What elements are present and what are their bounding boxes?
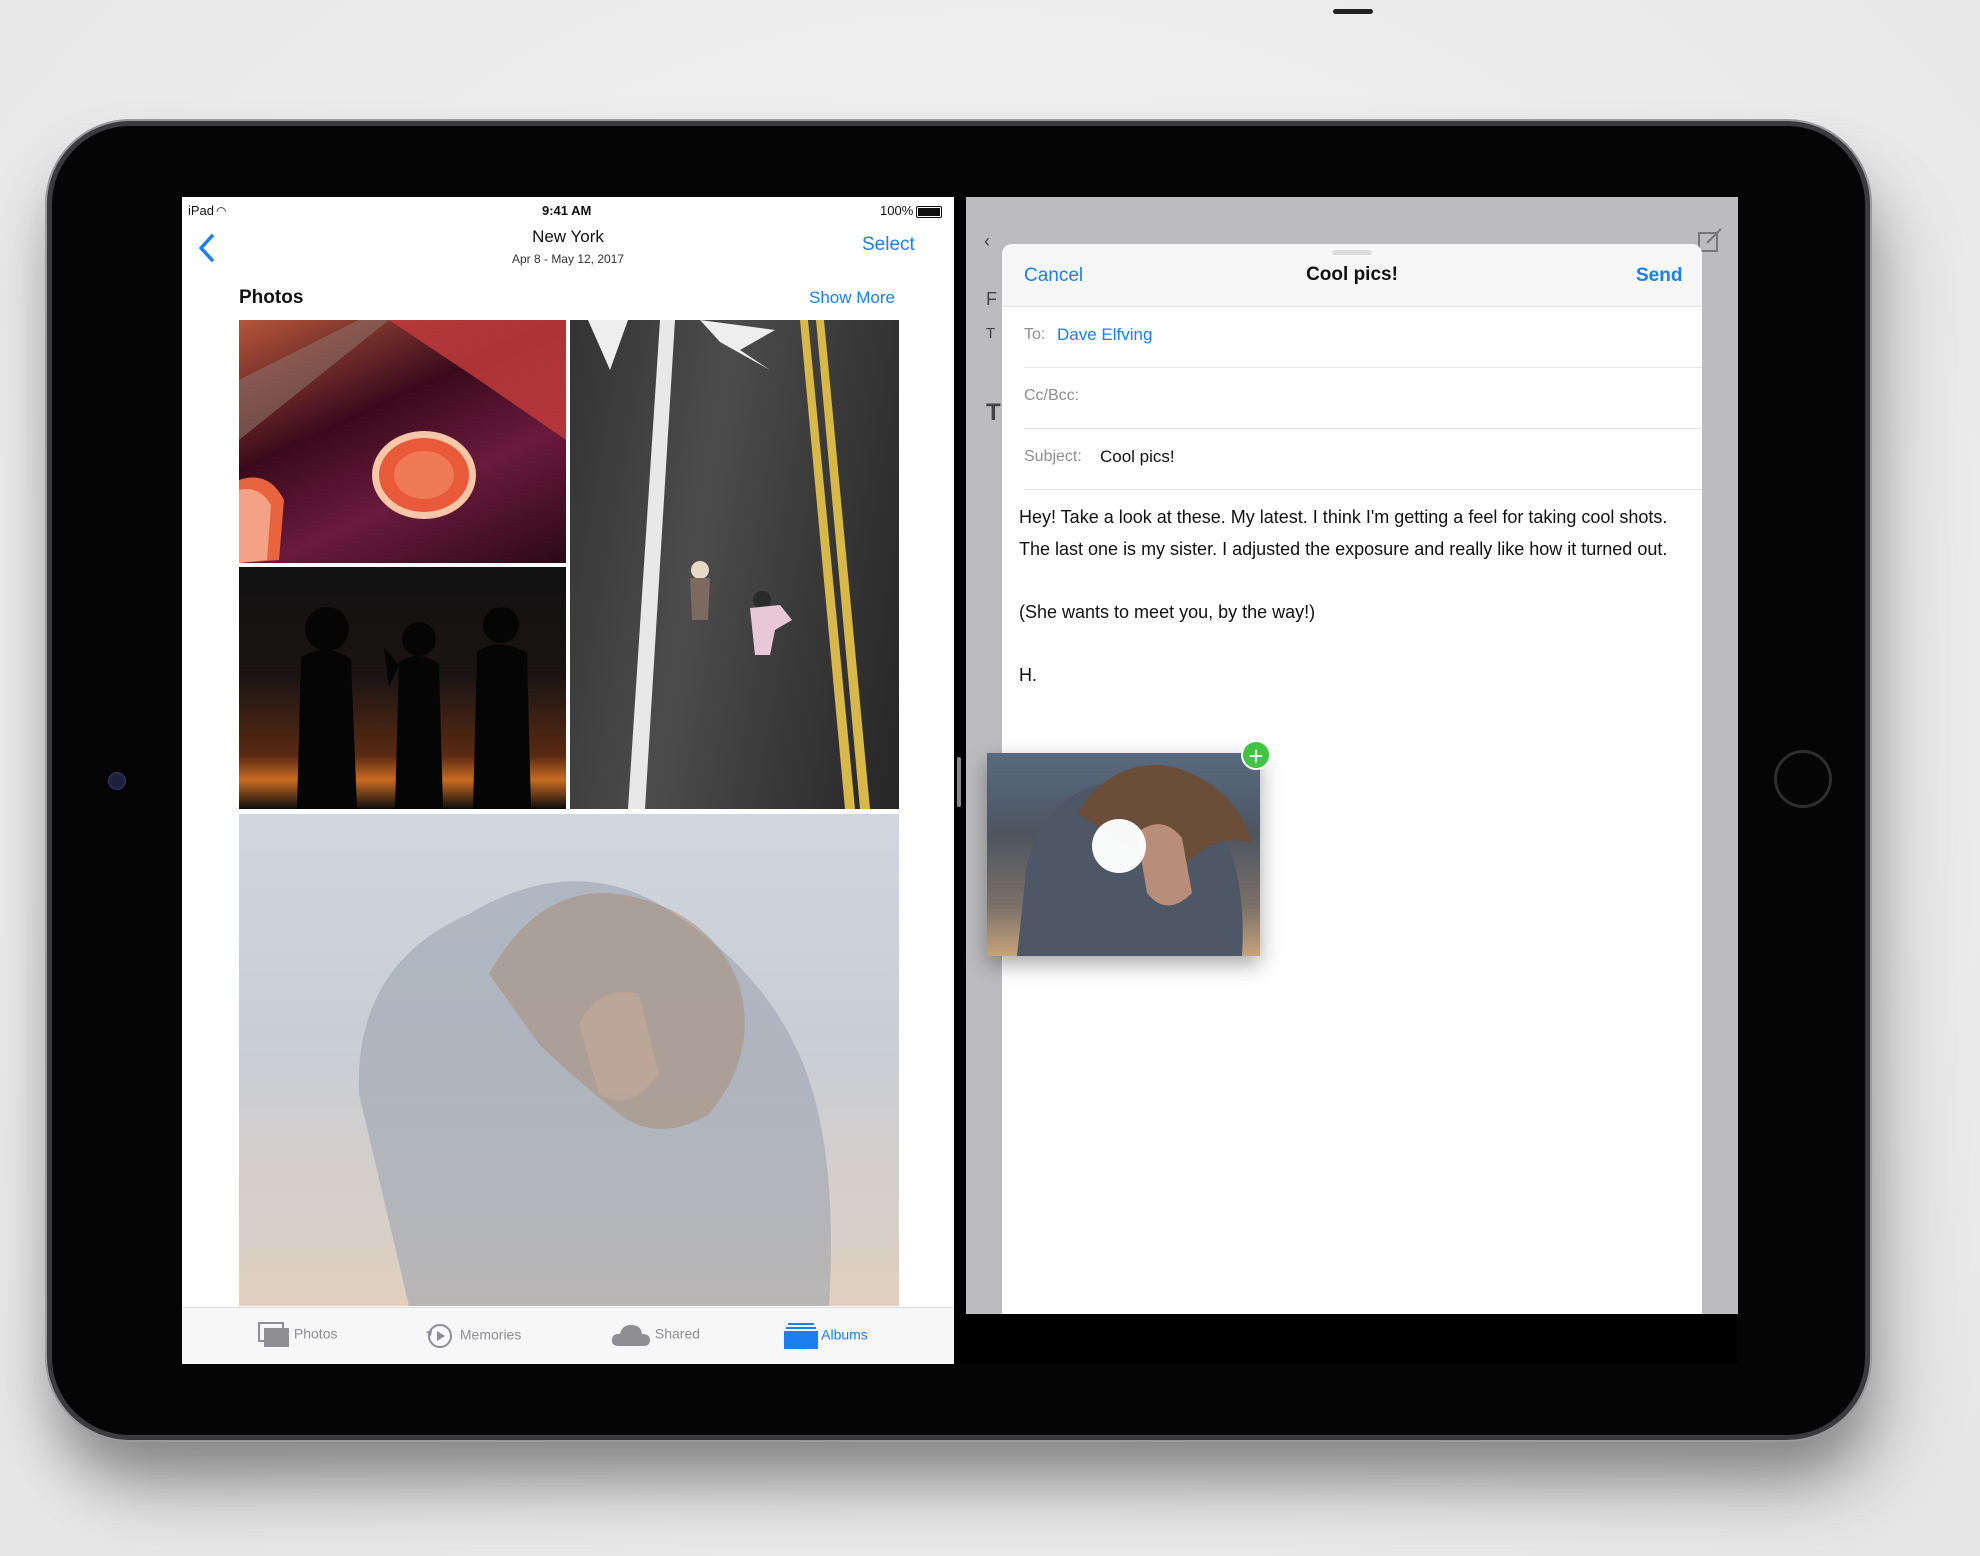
- status-battery: 100%: [880, 203, 943, 218]
- message-body[interactable]: Hey! Take a look at these. My latest. I …: [1019, 501, 1689, 722]
- show-more-link[interactable]: Show More: [809, 288, 895, 308]
- select-button[interactable]: Select: [862, 234, 915, 256]
- send-button[interactable]: Send: [1636, 265, 1682, 287]
- memories-icon: [426, 1324, 452, 1348]
- to-field[interactable]: To: Dave Elfving: [1024, 307, 1702, 368]
- photos-app-pane: iPad ◠ 9:41 AM 100% New York Apr 8 - May …: [182, 197, 954, 1364]
- album-date-range: Apr 8 - May 12, 2017: [511, 252, 625, 266]
- split-view-divider-handle[interactable]: [957, 757, 961, 807]
- tab-bar: Photos Memories Shared Albums: [182, 1307, 954, 1364]
- ccbcc-label: Cc/Bcc:: [1024, 387, 1080, 404]
- to-label: To:: [1024, 326, 1046, 343]
- to-recipient[interactable]: Dave Elfving: [1057, 325, 1152, 345]
- tab-shared[interactable]: Shared: [611, 1322, 700, 1348]
- wifi-icon: ◠: [216, 204, 227, 218]
- cancel-button[interactable]: Cancel: [1024, 265, 1083, 287]
- photo-grapefruit[interactable]: [239, 320, 566, 563]
- compose-title: Cool pics!: [1306, 264, 1398, 285]
- back-chevron-icon[interactable]: [192, 231, 222, 265]
- status-device: iPad ◠: [188, 203, 227, 218]
- ipad-screen: iPad ◠ 9:41 AM 100% New York Apr 8 - May …: [182, 197, 1738, 1364]
- subject-label: Subject:: [1024, 448, 1082, 465]
- body-paragraph: H.: [1019, 665, 1037, 685]
- subject-value[interactable]: Cool pics!: [1100, 447, 1175, 467]
- tab-photos[interactable]: Photos: [258, 1322, 337, 1348]
- cloud-icon: [611, 1325, 650, 1346]
- ccbcc-field[interactable]: Cc/Bcc:: [1024, 368, 1702, 429]
- section-title: Photos: [239, 287, 304, 308]
- subject-field[interactable]: Subject: Cool pics!: [1024, 429, 1702, 490]
- compose-header: Cancel Cool pics! Send: [1002, 244, 1702, 307]
- mail-background-text: T: [986, 325, 996, 342]
- body-paragraph: (She wants to meet you, by the way!): [1019, 602, 1316, 622]
- battery-icon: [916, 205, 943, 218]
- multitasking-grabber[interactable]: [1333, 9, 1373, 14]
- sheet-grabber[interactable]: [1332, 250, 1372, 255]
- status-time: 9:41 AM: [542, 203, 592, 218]
- album-title: New York: [532, 227, 604, 246]
- home-button[interactable]: [1774, 750, 1832, 808]
- touch-indicator: [1092, 819, 1146, 873]
- mail-background-text: T: [986, 399, 1001, 426]
- photo-silhouettes-sunset[interactable]: [239, 567, 566, 809]
- albums-icon: [784, 1323, 818, 1349]
- mail-background-back-icon: ‹: [984, 231, 990, 251]
- tab-albums[interactable]: Albums: [784, 1322, 868, 1350]
- photos-icon: [258, 1322, 289, 1347]
- photo-woman-hair[interactable]: [239, 814, 899, 1306]
- tab-memories[interactable]: Memories: [424, 1322, 521, 1350]
- mail-background-text: F: [986, 289, 997, 309]
- body-paragraph: Hey! Take a look at these. My latest. I …: [1019, 507, 1668, 559]
- add-badge-icon: +: [1241, 740, 1271, 771]
- front-camera: [108, 772, 126, 790]
- photo-aerial-street[interactable]: [570, 320, 899, 809]
